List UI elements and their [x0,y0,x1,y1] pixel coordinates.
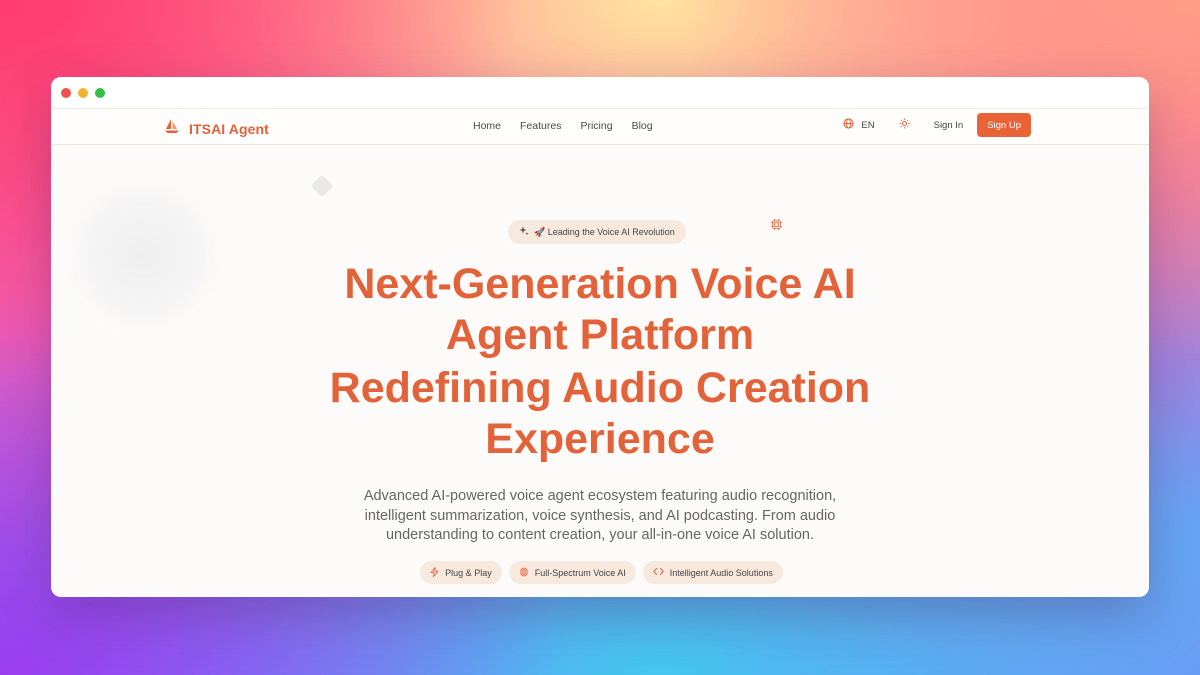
brand-logo-link[interactable]: ITSAI Agent [163,117,269,140]
maximize-window-button[interactable] [95,87,105,98]
decorative-diamond [310,174,334,198]
headline-line-2: Agent Platform [445,311,755,359]
pill-label: Full-Spectrum Voice AI [534,567,626,578]
top-navbar: ITSAI Agent Home Features Pricing Blog E… [51,109,1149,145]
globe-icon [843,118,854,132]
hero-description: Advanced AI-powered voice agent ecosyste… [51,487,1149,546]
language-selector[interactable]: EN [843,118,875,132]
sign-up-button[interactable]: Sign Up [977,113,1031,137]
description-line-1: Advanced AI-powered voice agent ecosyste… [363,488,837,504]
nav-link-home[interactable]: Home [473,120,501,132]
headline-line-3: Redefining Audio Creation [329,364,871,412]
nav-link-pricing[interactable]: Pricing [580,120,612,132]
hero-headline: Next-Generation Voice AI Agent Platform … [51,259,1149,465]
code-icon [653,567,664,578]
language-label: EN [861,119,875,131]
nav-actions: EN Sign In Sign Up [843,113,1031,137]
theme-toggle[interactable] [899,116,910,134]
hero-section: 🚀 Leading the Voice AI Revolution Next-G… [51,145,1149,597]
brand-name: ITSAI Agent [189,120,269,137]
nav-link-blog[interactable]: Blog [632,120,653,132]
feature-pill-intelligent-audio: Intelligent Audio Solutions [642,561,783,584]
minimize-window-button[interactable] [78,87,88,98]
sign-in-link[interactable]: Sign In [934,120,964,131]
description-line-3: understanding to content creation, your … [385,527,814,543]
sparkle-icon [519,226,529,238]
announcement-badge: 🚀 Leading the Voice AI Revolution [508,220,686,244]
headline-line-1: Next-Generation Voice AI [344,260,856,308]
chip-icon [770,218,783,236]
pill-label: Plug & Play [445,567,492,578]
sailboat-icon [163,117,181,140]
description-line-2: intelligent summarization, voice synthes… [364,507,836,524]
lightning-icon [430,566,439,579]
nav-links: Home Features Pricing Blog [473,120,653,132]
feature-pills: Plug & Play Full-Spectrum Voice AI Intel… [51,561,1149,584]
pill-label: Intelligent Audio Solutions [669,567,773,578]
badge-text: 🚀 Leading the Voice AI Revolution [534,226,675,237]
chip-icon [519,567,529,579]
sun-icon [899,116,910,134]
close-window-button[interactable] [61,87,71,98]
feature-pill-plug-play: Plug & Play [420,561,502,584]
feature-pill-full-spectrum: Full-Spectrum Voice AI [508,561,636,584]
nav-link-features[interactable]: Features [520,120,561,132]
window-titlebar [51,77,1149,109]
headline-line-4: Experience [485,415,715,463]
browser-window: ITSAI Agent Home Features Pricing Blog E… [51,77,1149,597]
